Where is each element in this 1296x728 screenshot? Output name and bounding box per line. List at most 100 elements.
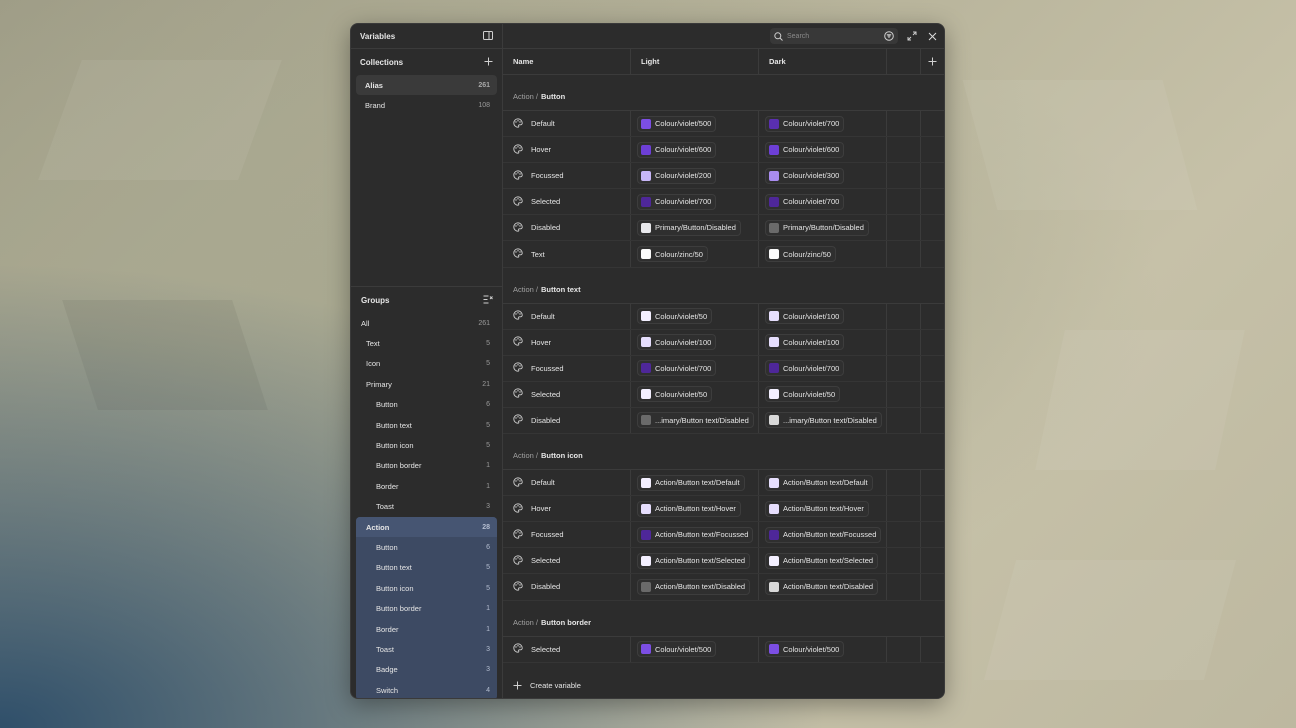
variable-row[interactable]: Default Colour/violet/500 Colour/violet/… [503, 111, 944, 138]
variable-row[interactable]: Disabled ...imary/Button text/Disabled .… [503, 407, 944, 435]
variable-row[interactable]: Focussed Colour/violet/200 Colour/violet… [503, 163, 944, 190]
group-item-action-button[interactable]: Button 6 [356, 537, 497, 557]
light-value-chip[interactable]: Colour/violet/600 [637, 141, 717, 158]
group-item-icon[interactable]: Icon 5 [356, 354, 497, 374]
search-input[interactable]: Search [770, 28, 898, 44]
variable-row[interactable]: Disabled Action/Button text/Disabled Act… [503, 574, 944, 601]
light-value-chip[interactable]: Colour/violet/700 [637, 193, 717, 210]
light-value-chip[interactable]: Action/Button text/Disabled [637, 578, 751, 595]
variable-name[interactable]: Focussed [531, 364, 564, 373]
dark-value-chip[interactable]: Colour/violet/600 [765, 141, 845, 158]
variable-name[interactable]: Selected [531, 556, 560, 565]
light-value-chip[interactable]: Colour/violet/50 [637, 308, 713, 325]
dark-value-chip[interactable]: Action/Button text/Selected [765, 552, 879, 569]
variable-name[interactable]: Selected [531, 390, 560, 399]
variable-row[interactable]: Selected Colour/violet/500 Colour/violet… [503, 636, 944, 663]
light-value-chip[interactable]: Action/Button text/Selected [637, 552, 751, 569]
dark-value-chip[interactable]: Colour/violet/100 [765, 334, 845, 351]
group-item-action-button-icon[interactable]: Button icon 5 [356, 578, 497, 598]
light-value-chip[interactable]: Action/Button text/Default [637, 474, 745, 491]
dark-value-chip[interactable]: Colour/violet/100 [765, 308, 845, 325]
add-collection-icon[interactable] [484, 57, 493, 68]
variable-name[interactable]: Focussed [531, 171, 564, 180]
variable-name[interactable]: Disabled [531, 582, 560, 591]
variable-row[interactable]: Focussed Colour/violet/700 Colour/violet… [503, 355, 944, 382]
variable-row[interactable]: Focussed Action/Button text/Focussed Act… [503, 522, 944, 549]
close-icon[interactable] [926, 30, 938, 42]
group-item-primary-button-text[interactable]: Button text 5 [356, 415, 497, 435]
variable-name[interactable]: Disabled [531, 223, 560, 232]
column-light-header[interactable]: Light [631, 49, 759, 74]
variable-name[interactable]: Focussed [531, 530, 564, 539]
group-item-all[interactable]: All 261 [356, 313, 497, 333]
light-value-chip[interactable]: Colour/violet/100 [637, 334, 717, 351]
light-value-chip[interactable]: Colour/violet/200 [637, 167, 717, 184]
variable-name[interactable]: Default [531, 312, 555, 321]
column-dark-header[interactable]: Dark [759, 49, 887, 74]
group-item-action-toast[interactable]: Toast 3 [356, 639, 497, 659]
light-value-chip[interactable]: Colour/violet/500 [637, 115, 717, 132]
dark-value-chip[interactable]: Colour/violet/50 [765, 386, 841, 403]
group-item-primary-button[interactable]: Button 6 [356, 395, 497, 415]
collection-item-brand[interactable]: Brand 108 [356, 95, 497, 115]
dark-value-chip[interactable]: Action/Button text/Focussed [765, 526, 882, 543]
variable-row[interactable]: Text Colour/zinc/50 Colour/zinc/50 [503, 241, 944, 268]
variable-name[interactable]: Selected [531, 197, 560, 206]
light-value-chip[interactable]: ...imary/Button text/Disabled [637, 412, 754, 429]
variable-row[interactable]: Selected Colour/violet/700 Colour/violet… [503, 189, 944, 216]
variable-name[interactable]: Hover [531, 338, 551, 347]
dark-value-chip[interactable]: Colour/violet/700 [765, 360, 845, 377]
group-item-primary[interactable]: Primary 21 [356, 374, 497, 394]
collection-item-alias[interactable]: Alias 261 [356, 75, 497, 95]
group-item-action-button-border[interactable]: Button border 1 [356, 598, 497, 618]
group-item-action-button-text[interactable]: Button text 5 [356, 558, 497, 578]
light-value-chip[interactable]: Colour/zinc/50 [637, 246, 708, 263]
dark-value-chip[interactable]: Colour/violet/300 [765, 167, 845, 184]
dark-value-chip[interactable]: Colour/violet/700 [765, 115, 845, 132]
light-value-chip[interactable]: Primary/Button/Disabled [637, 219, 741, 236]
variable-name[interactable]: Disabled [531, 416, 560, 425]
add-mode-button[interactable] [921, 49, 944, 74]
toggle-sidebar-icon[interactable] [483, 30, 493, 42]
variable-name[interactable]: Text [531, 250, 545, 259]
variable-name[interactable]: Default [531, 478, 555, 487]
variable-row[interactable]: Default Colour/violet/50 Colour/violet/1… [503, 303, 944, 330]
variable-name[interactable]: Default [531, 119, 555, 128]
create-variable-button[interactable]: Create variable [503, 672, 944, 698]
column-name-header[interactable]: Name [503, 49, 631, 74]
light-value-chip[interactable]: Colour/violet/500 [637, 641, 717, 658]
light-value-chip[interactable]: Colour/violet/50 [637, 386, 713, 403]
group-options-icon[interactable] [483, 295, 493, 306]
group-item-action-border[interactable]: Border 1 [356, 619, 497, 639]
filter-icon[interactable] [884, 31, 894, 41]
variable-name[interactable]: Selected [531, 645, 560, 654]
light-value-chip[interactable]: Action/Button text/Focussed [637, 526, 754, 543]
variable-row[interactable]: Hover Colour/violet/100 Colour/violet/10… [503, 329, 944, 356]
variable-row[interactable]: Default Action/Button text/Default Actio… [503, 470, 944, 497]
variable-row[interactable]: Disabled Primary/Button/Disabled Primary… [503, 215, 944, 242]
dark-value-chip[interactable]: Action/Button text/Hover [765, 500, 869, 517]
dark-value-chip[interactable]: Action/Button text/Disabled [765, 578, 879, 595]
group-item-primary-border[interactable]: Border 1 [356, 476, 497, 496]
dark-value-chip[interactable]: Colour/violet/700 [765, 193, 845, 210]
variable-name[interactable]: Hover [531, 504, 551, 513]
dark-value-chip[interactable]: Colour/violet/500 [765, 641, 845, 658]
group-item-action-switch[interactable]: Switch 4 [356, 680, 497, 698]
variable-row[interactable]: Hover Colour/violet/600 Colour/violet/60… [503, 137, 944, 164]
group-item-primary-button-border[interactable]: Button border 1 [356, 456, 497, 476]
variable-name[interactable]: Hover [531, 145, 551, 154]
light-value-chip[interactable]: Colour/violet/700 [637, 360, 717, 377]
dark-value-chip[interactable]: Action/Button text/Default [765, 474, 873, 491]
group-item-action-badge[interactable]: Badge 3 [356, 660, 497, 680]
group-item-primary-button-icon[interactable]: Button icon 5 [356, 435, 497, 455]
group-item-action[interactable]: Action 28 [356, 516, 497, 538]
expand-icon[interactable] [906, 30, 918, 42]
dark-value-chip[interactable]: Colour/zinc/50 [765, 246, 836, 263]
dark-value-chip[interactable]: ...imary/Button text/Disabled [765, 412, 882, 429]
variable-row[interactable]: Selected Colour/violet/50 Colour/violet/… [503, 381, 944, 408]
group-item-text[interactable]: Text 5 [356, 333, 497, 353]
variable-row[interactable]: Hover Action/Button text/Hover Action/Bu… [503, 496, 944, 523]
group-item-primary-toast[interactable]: Toast 3 [356, 497, 497, 517]
dark-value-chip[interactable]: Primary/Button/Disabled [765, 219, 869, 236]
light-value-chip[interactable]: Action/Button text/Hover [637, 500, 741, 517]
